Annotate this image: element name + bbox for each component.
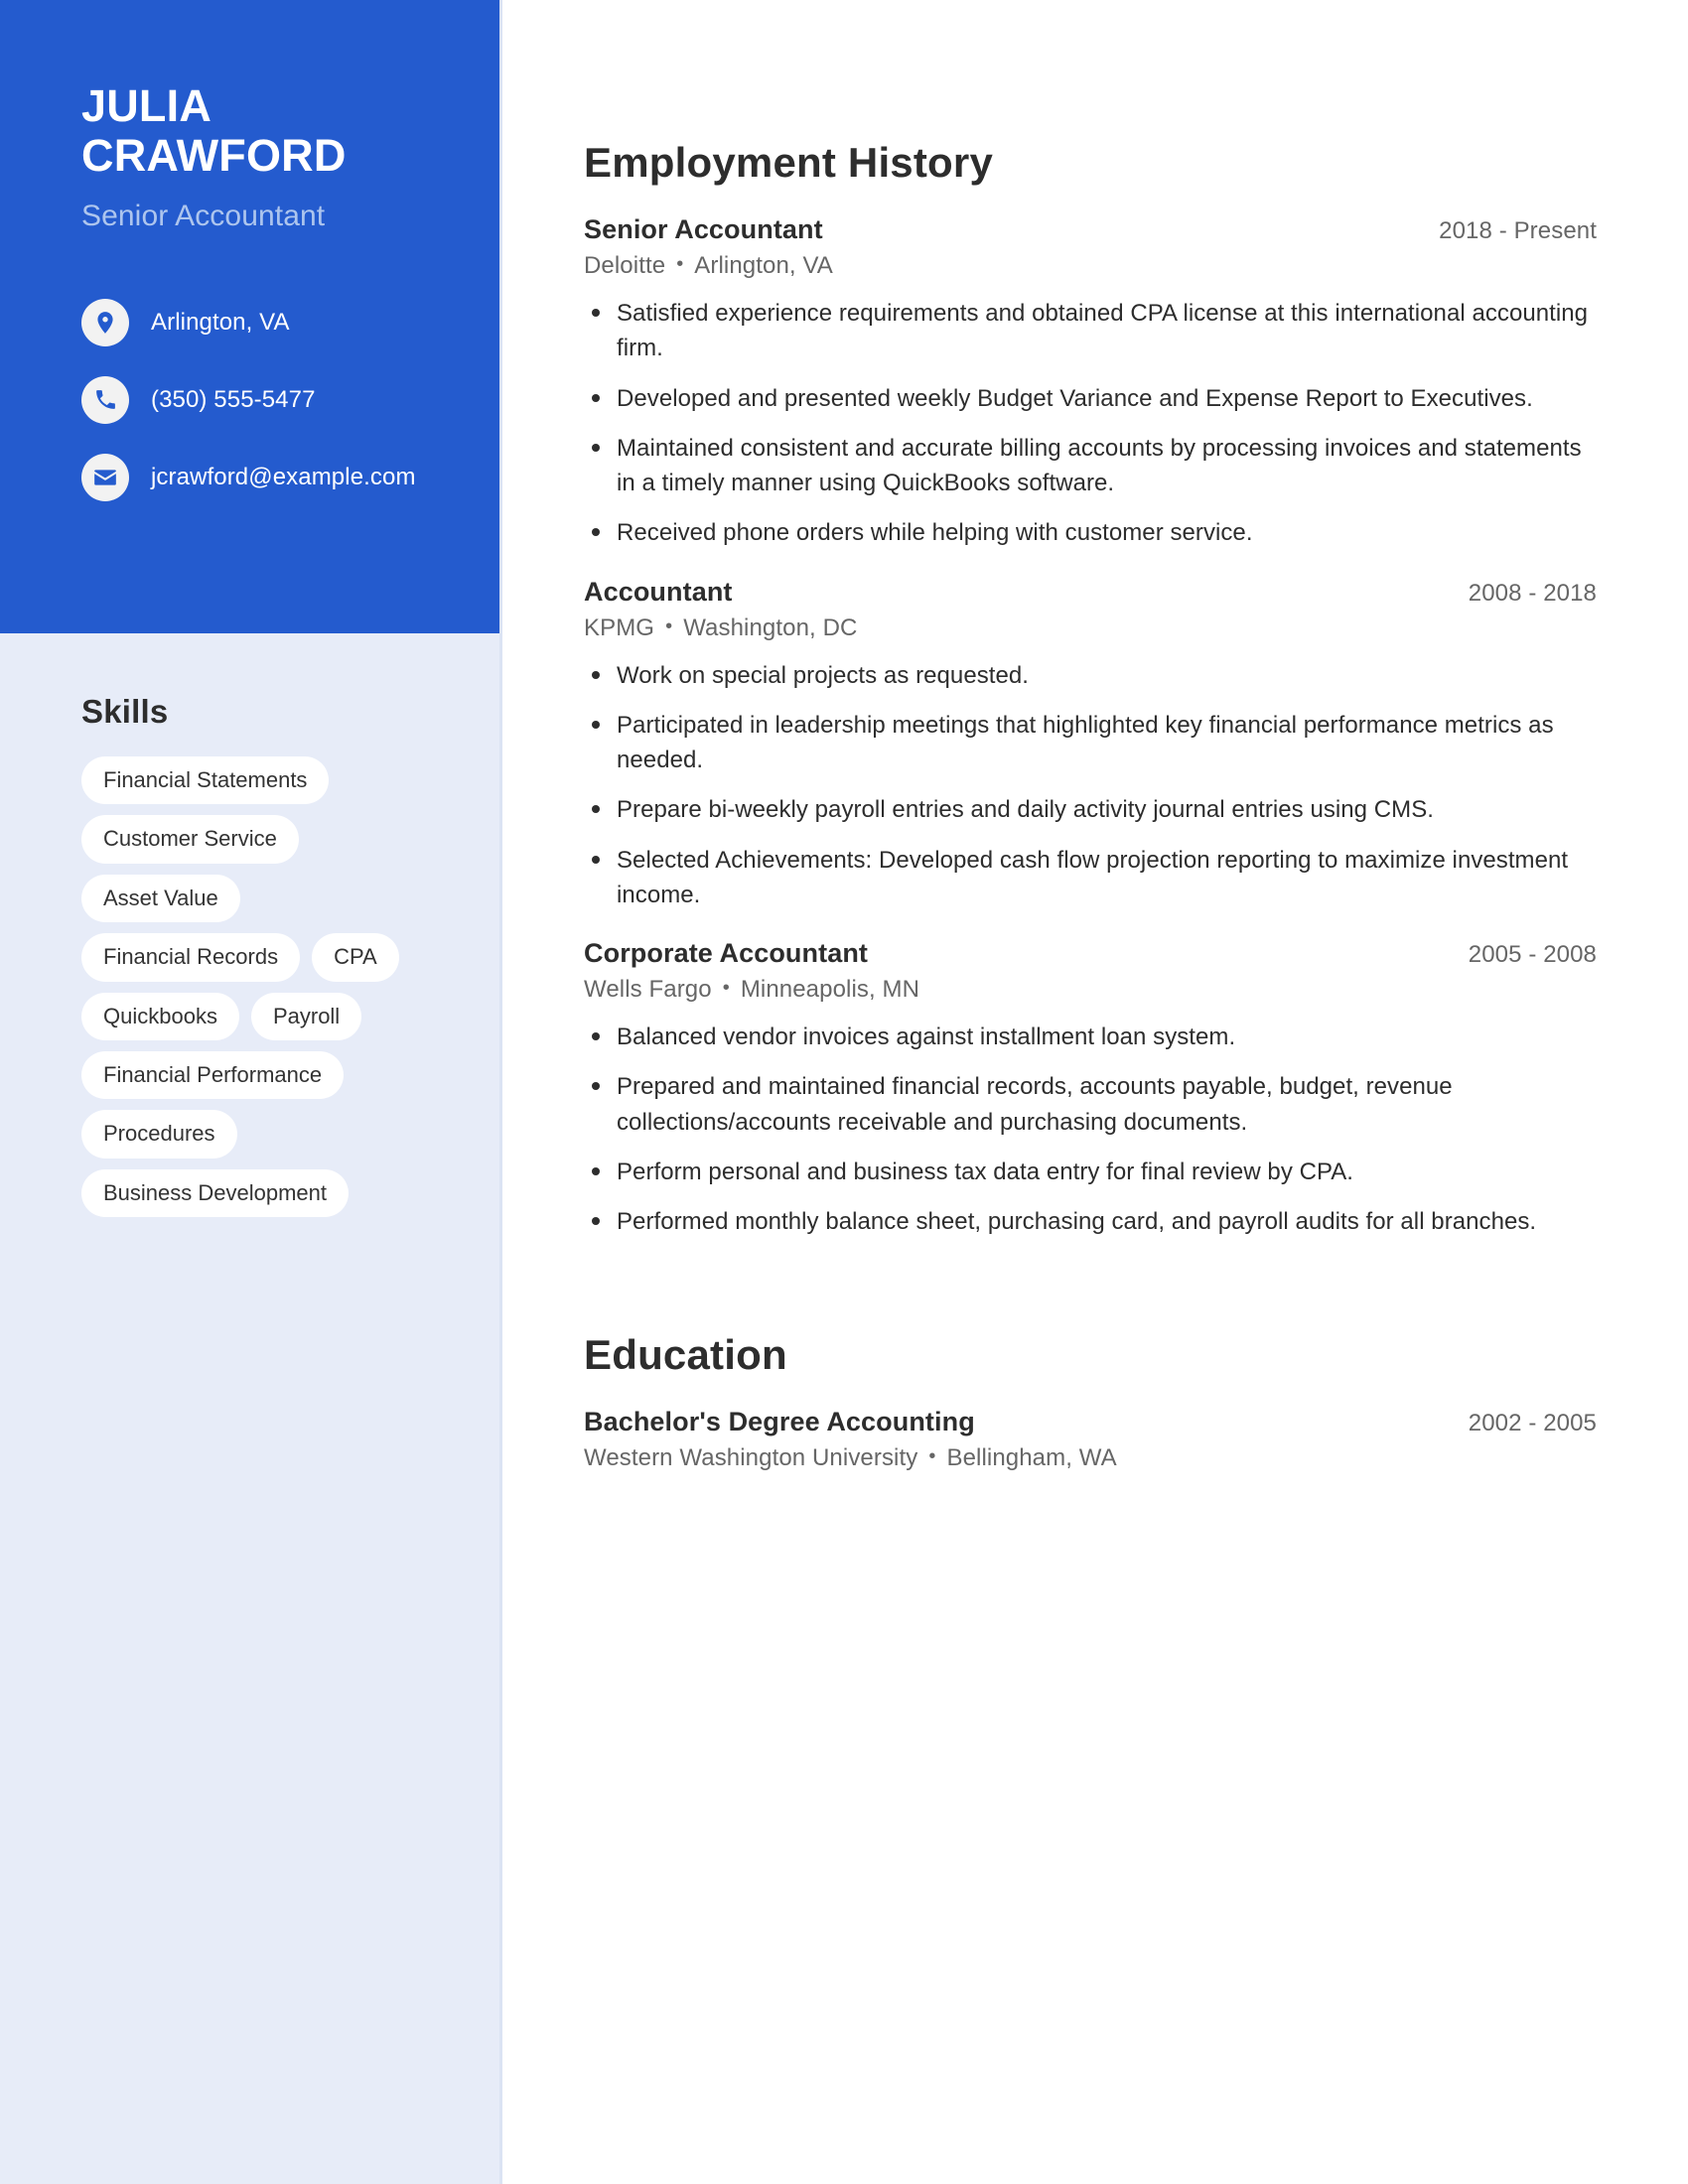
job-bullet: Prepared and maintained financial record…	[584, 1069, 1597, 1140]
resume-page: JULIA CRAWFORD Senior Accountant Arlingt…	[0, 0, 1688, 2184]
contact-email-text: jcrawford@example.com	[151, 463, 416, 490]
skills-heading: Skills	[81, 693, 169, 730]
job-bullet: Maintained consistent and accurate billi…	[584, 431, 1597, 501]
job-header: Accountant 2008 - 2018	[584, 577, 1597, 608]
candidate-name: JULIA CRAWFORD	[81, 80, 422, 182]
location-pin-icon	[81, 298, 129, 346]
job-bullet: Satisfied experience requirements and ob…	[584, 296, 1597, 366]
education-header: Bachelor's Degree Accounting 2002 - 2005	[584, 1407, 1597, 1437]
first-name: JULIA	[81, 80, 212, 131]
candidate-job-title: Senior Accountant	[81, 199, 326, 232]
skill-tag-list: Financial Statements Customer Service As…	[81, 756, 460, 1218]
separator-dot: •	[665, 614, 673, 637]
skill-tag: Payroll	[250, 992, 362, 1040]
job-company: Deloitte	[584, 252, 666, 279]
contact-email: jcrawford@example.com	[81, 453, 422, 501]
skill-tag: Quickbooks	[81, 992, 239, 1040]
job-entry: Accountant 2008 - 2018 KPMG • Washington, …	[584, 577, 1597, 913]
education-school-location: Western Washington University • Bellingham…	[584, 1444, 1597, 1472]
skill-tag: Financial Records	[81, 933, 301, 982]
job-location: Minneapolis, MN	[740, 976, 920, 1004]
contact-list: Arlington, VA (350) 555-5477 jcrawford@e…	[81, 298, 422, 501]
skill-tag: Procedures	[81, 1110, 237, 1159]
job-dates: 2008 - 2018	[1468, 579, 1597, 607]
contact-location: Arlington, VA	[81, 298, 422, 346]
education-location: Bellingham, WA	[946, 1443, 1117, 1471]
job-bullet-list: Work on special projects as requested. P…	[584, 658, 1597, 913]
separator-dot: •	[928, 1444, 936, 1467]
job-entry: Corporate Accountant 2005 - 2008 Wells F…	[584, 938, 1597, 1239]
job-title: Senior Accountant	[584, 214, 823, 244]
contact-location-text: Arlington, VA	[151, 308, 290, 336]
job-company-location: Deloitte • Arlington, VA	[584, 252, 1597, 280]
sidebar: JULIA CRAWFORD Senior Accountant Arlingt…	[0, 0, 502, 2184]
job-bullet-list: Satisfied experience requirements and ob…	[584, 296, 1597, 551]
job-bullet: Developed and presented weekly Budget Va…	[584, 381, 1597, 416]
job-location: Arlington, VA	[694, 252, 833, 279]
job-header: Corporate Accountant 2005 - 2008	[584, 938, 1597, 969]
envelope-icon	[81, 453, 129, 501]
skill-tag: Business Development	[81, 1168, 350, 1218]
contact-phone-text: (350) 555-5477	[151, 385, 316, 413]
job-bullet-list: Balanced vendor invoices against install…	[584, 1020, 1597, 1239]
job-bullet: Performed monthly balance sheet, purchas…	[584, 1204, 1597, 1239]
last-name: CRAWFORD	[81, 130, 347, 182]
education-degree: Bachelor's Degree Accounting	[584, 1406, 975, 1436]
skill-tag: Financial Statements	[81, 756, 330, 805]
job-company: KPMG	[584, 614, 655, 641]
job-bullet: Participated in leadership meetings that…	[584, 708, 1597, 778]
skills-section: Skills Financial Statements Customer Ser…	[0, 633, 499, 1218]
separator-dot: •	[722, 977, 730, 1000]
job-bullet: Prepare bi-weekly payroll entries and da…	[584, 792, 1597, 827]
skill-tag: Asset Value	[81, 874, 240, 923]
separator-dot: •	[676, 253, 684, 276]
job-dates: 2018 - Present	[1439, 217, 1597, 244]
sidebar-header: JULIA CRAWFORD Senior Accountant Arlingt…	[0, 0, 499, 633]
education-dates: 2002 - 2005	[1468, 1409, 1597, 1436]
job-dates: 2005 - 2008	[1468, 941, 1597, 969]
job-company-location: KPMG • Washington, DC	[584, 614, 1597, 642]
job-header: Senior Accountant 2018 - Present	[584, 214, 1597, 245]
job-bullet: Perform personal and business tax data e…	[584, 1155, 1597, 1189]
education-entry: Bachelor's Degree Accounting 2002 - 2005…	[584, 1407, 1597, 1472]
job-bullet: Work on special projects as requested.	[584, 658, 1597, 693]
job-location: Washington, DC	[683, 614, 858, 641]
job-company-location: Wells Fargo • Minneapolis, MN	[584, 976, 1597, 1004]
job-title: Corporate Accountant	[584, 938, 869, 969]
skill-tag: Financial Performance	[81, 1050, 345, 1100]
job-entry: Senior Accountant 2018 - Present Deloitt…	[584, 214, 1597, 551]
job-title: Accountant	[584, 576, 733, 607]
education-school: Western Washington University	[584, 1443, 918, 1471]
job-bullet: Balanced vendor invoices against install…	[584, 1020, 1597, 1054]
contact-phone: (350) 555-5477	[81, 375, 422, 424]
job-bullet: Selected Achievements: Developed cash fl…	[584, 843, 1597, 913]
job-bullet: Received phone orders while helping with…	[584, 515, 1597, 550]
phone-icon	[81, 375, 129, 424]
skill-tag: Customer Service	[81, 815, 299, 864]
skill-tag: CPA	[312, 933, 399, 982]
job-company: Wells Fargo	[584, 976, 712, 1004]
education-heading: Education	[584, 1330, 787, 1378]
main-content: Employment History Senior Accountant 201…	[502, 0, 1688, 2184]
employment-history-heading: Employment History	[584, 139, 994, 186]
